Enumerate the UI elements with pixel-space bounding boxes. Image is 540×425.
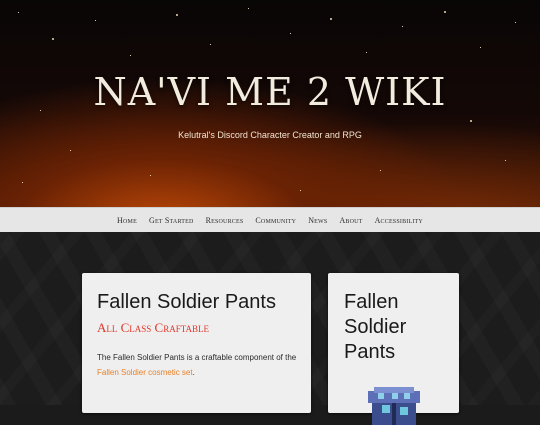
star [505,160,506,161]
star [515,22,516,23]
article-subtitle: All Class Craftable [97,320,210,335]
nav-item-about[interactable]: About [339,216,362,225]
article-title: Fallen Soldier Pants [97,291,276,313]
star [380,170,381,171]
nav-item-community[interactable]: Community [255,216,296,225]
star [95,20,96,21]
star [290,33,291,34]
article-card: Fallen Soldier Pants All Class Craftable… [82,273,311,413]
star [366,52,367,53]
star [480,47,481,48]
star [176,14,178,16]
nav-item-home[interactable]: Home [117,216,137,225]
cosmetic-set-link[interactable]: Fallen Soldier cosmetic set [97,368,193,377]
star [300,190,301,191]
article-intro: The Fallen Soldier Pants is a craftable … [97,350,302,380]
hero-banner: NA'VI ME 2 WIKI Kelutral's Discord Chara… [0,0,540,207]
pixel-pants-sprite-icon [368,387,420,425]
star [130,55,131,56]
star [248,8,249,9]
nav-item-resources[interactable]: Resources [206,216,244,225]
nav-item-get-started[interactable]: Get Started [149,216,194,225]
star [150,175,151,176]
infobox-title: Fallen Soldier Pants [344,291,407,363]
star [18,12,19,13]
site-tagline: Kelutral's Discord Character Creator and… [178,130,362,140]
main-navigation: Home Get Started Resources Community New… [0,207,540,233]
intro-suffix: . [192,368,195,377]
intro-text: The Fallen Soldier Pants is a craftable … [97,353,297,362]
nav-item-accessibility[interactable]: Accessibility [375,216,423,225]
site-title[interactable]: NA'VI ME 2 WIKI [0,70,540,114]
star [52,38,54,40]
star [210,44,211,45]
star [444,11,446,13]
star [330,18,332,20]
nav-item-news[interactable]: News [308,216,327,225]
star [70,150,71,151]
star [22,182,23,183]
infobox-card: Fallen Soldier Pants [328,273,459,425]
star [402,26,403,27]
star [470,120,472,122]
